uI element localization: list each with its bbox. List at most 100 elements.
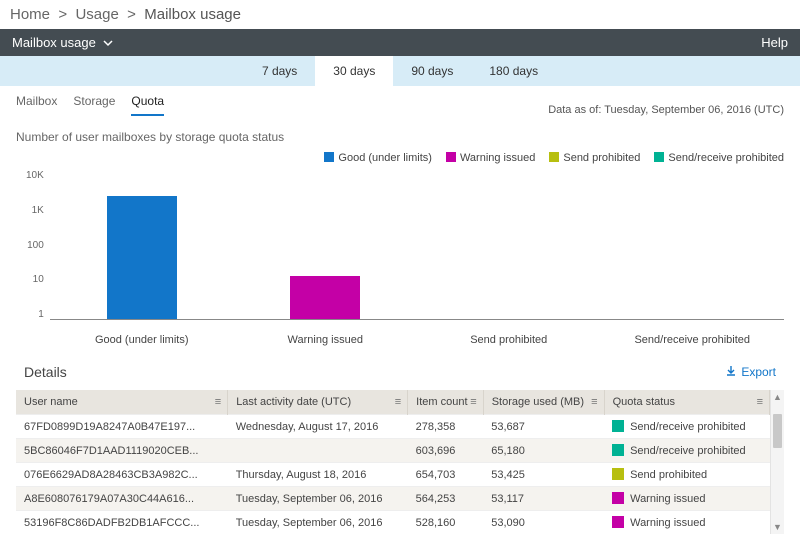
bar [290,276,360,319]
period-tab-7-days[interactable]: 7 days [244,56,315,86]
status-cell: Send/receive prohibited [604,439,769,463]
legend-swatch [446,152,456,162]
scroll-up-icon[interactable]: ▲ [771,390,784,404]
scroll-thumb[interactable] [773,414,782,448]
table-row[interactable]: A8E608076179A07A30C44A616...Tuesday, Sep… [16,487,770,511]
legend-item: Send/receive prohibited [654,152,784,164]
bar [107,196,177,319]
legend-item: Warning issued [446,152,535,164]
bar-column [50,170,234,319]
chart-y-axis: 10K 1K 100 10 1 [26,170,50,320]
y-tick: 100 [26,240,44,251]
period-tab-180-days[interactable]: 180 days [471,56,556,86]
vertical-scrollbar[interactable]: ▲ ▼ [770,390,784,534]
table-row[interactable]: 076E6629AD8A28463CB3A982C...Thursday, Au… [16,463,770,487]
help-link[interactable]: Help [761,35,788,50]
table-cell [228,439,408,463]
breadcrumb-root[interactable]: Home [10,6,50,23]
legend-item: Send prohibited [549,152,640,164]
table-row[interactable]: 67FD0899D19A8247A0B47E197...Wednesday, A… [16,415,770,439]
table-cell: 67FD0899D19A8247A0B47E197... [16,415,228,439]
page-title-dropdown[interactable]: Mailbox usage [12,35,114,50]
bar-column [233,170,417,319]
details-table: User name≡Last activity date (UTC)≡Item … [16,390,770,534]
table-cell: 53,090 [483,511,604,534]
breadcrumb: Home > Usage > Mailbox usage [0,0,800,29]
period-tab-30-days[interactable]: 30 days [315,56,393,86]
legend-swatch [324,152,334,162]
status-badge [612,516,624,528]
chart-plot-area [50,170,784,320]
breadcrumb-mid[interactable]: Usage [75,6,118,23]
chevron-down-icon [102,37,114,49]
download-icon [725,365,737,380]
status-badge [612,468,624,480]
table-cell: 654,703 [408,463,484,487]
legend-item: Good (under limits) [324,152,432,164]
chart-x-axis: Good (under limits)Warning issuedSend pr… [0,334,800,346]
sort-icon[interactable]: ≡ [757,396,763,408]
table-cell: 53196F8C86DADFB2DB1AFCCC... [16,511,228,534]
bar-column [417,170,601,319]
table-cell: 603,696 [408,439,484,463]
status-cell: Send prohibited [604,463,769,487]
export-label: Export [741,365,776,379]
export-button[interactable]: Export [725,365,776,380]
table-cell: 076E6629AD8A28463CB3A982C... [16,463,228,487]
table-cell: 528,160 [408,511,484,534]
table-cell: 65,180 [483,439,604,463]
view-tab-storage[interactable]: Storage [73,94,115,116]
scroll-down-icon[interactable]: ▼ [771,520,784,534]
sort-icon[interactable]: ≡ [215,396,221,408]
table-cell: 278,358 [408,415,484,439]
status-badge [612,420,624,432]
table-cell: 53,425 [483,463,604,487]
column-header[interactable]: User name≡ [16,390,228,415]
status-badge [612,444,624,456]
chart: 10K 1K 100 10 1 [0,170,800,330]
table-cell: 5BC86046F7D1AAD1119020CEB... [16,439,228,463]
table-header: User name≡Last activity date (UTC)≡Item … [16,390,770,415]
y-tick: 10K [26,170,44,181]
column-header[interactable]: Storage used (MB)≡ [483,390,604,415]
sort-icon[interactable]: ≡ [470,396,476,408]
table-row[interactable]: 5BC86046F7D1AAD1119020CEB... 603,69665,18… [16,439,770,463]
table-body: 67FD0899D19A8247A0B47E197...Wednesday, A… [16,415,770,534]
status-cell: Send/receive prohibited [604,415,769,439]
status-cell: Warning issued [604,511,769,534]
breadcrumb-leaf: Mailbox usage [144,6,241,23]
x-tick: Send/receive prohibited [601,334,785,346]
x-tick: Good (under limits) [50,334,234,346]
page-title: Mailbox usage [12,35,96,50]
x-tick: Send prohibited [417,334,601,346]
table-cell: Tuesday, September 06, 2016 [228,487,408,511]
table-cell: Wednesday, August 17, 2016 [228,415,408,439]
table-cell: A8E608076179A07A30C44A616... [16,487,228,511]
y-tick: 1 [26,309,44,320]
data-as-of: Data as of: Tuesday, September 06, 2016 … [548,104,784,116]
column-header[interactable]: Last activity date (UTC)≡ [228,390,408,415]
legend-swatch [654,152,664,162]
details-section: Details Export User name≡Last activity d… [0,346,800,534]
y-tick: 10 [26,274,44,285]
sort-icon[interactable]: ≡ [395,396,401,408]
column-header[interactable]: Item count≡ [408,390,484,415]
bar-column [600,170,784,319]
status-cell: Warning issued [604,487,769,511]
table-cell: Thursday, August 18, 2016 [228,463,408,487]
sort-icon[interactable]: ≡ [591,396,597,408]
table-row[interactable]: 53196F8C86DADFB2DB1AFCCC...Tuesday, Sept… [16,511,770,534]
view-tabs: Mailbox Storage Quota [16,94,164,116]
status-badge [612,492,624,504]
chart-legend: Good (under limits) Warning issued Send pr… [0,152,800,170]
period-tabs: 7 days30 days90 days180 days [0,56,800,86]
view-tab-quota[interactable]: Quota [131,94,164,116]
view-tab-mailbox[interactable]: Mailbox [16,94,57,116]
page-header: Mailbox usage Help [0,29,800,56]
table-cell: Tuesday, September 06, 2016 [228,511,408,534]
period-tab-90-days[interactable]: 90 days [393,56,471,86]
legend-swatch [549,152,559,162]
y-tick: 1K [26,205,44,216]
column-header[interactable]: Quota status≡ [604,390,769,415]
table-cell: 564,253 [408,487,484,511]
